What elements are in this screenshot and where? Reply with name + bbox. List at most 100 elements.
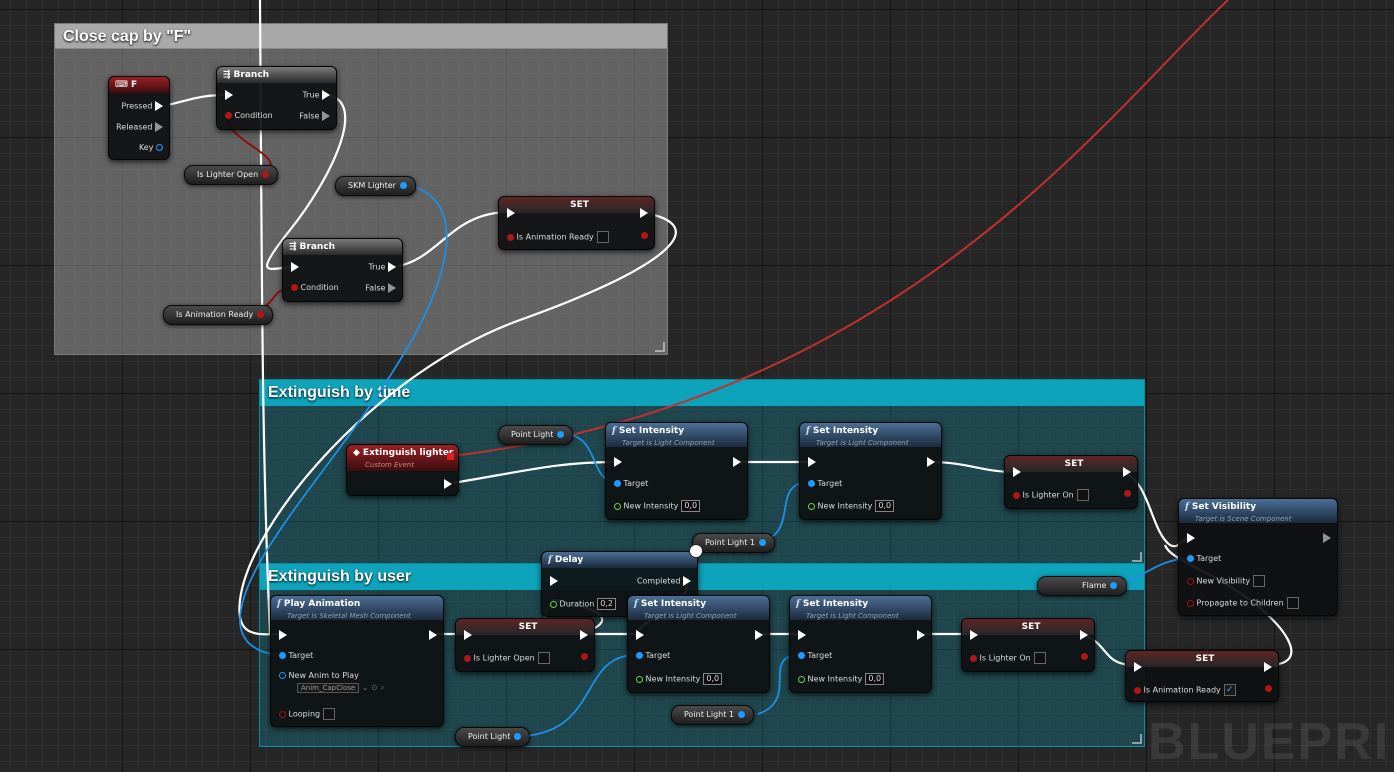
exec-out-pin[interactable] [640,208,648,218]
bool-pin-icon[interactable] [1013,491,1020,499]
set-intensity-node-2[interactable]: f Set Intensity Target is Light Component … [799,422,942,520]
exec-pin-icon[interactable] [808,457,816,467]
bool-out-pin[interactable] [581,652,588,661]
bool-out-pin[interactable] [1265,684,1272,693]
exec-pin-icon[interactable] [550,576,558,586]
float-pin-icon[interactable] [808,502,815,510]
bool-pin-icon[interactable] [641,232,648,239]
exec-pin-icon[interactable] [388,262,396,272]
target-pin[interactable]: Target [279,651,313,660]
bool-out-pin[interactable] [1081,652,1088,661]
exec-in-pin[interactable] [507,208,515,218]
var-point-light-1[interactable]: Point Light 1 [692,533,776,553]
object-pin-icon[interactable] [399,182,407,189]
is-lighter-on-pin[interactable]: Is Lighter On [1013,489,1089,501]
exec-pin-icon[interactable] [970,630,978,640]
key-pin[interactable]: Key [139,143,163,152]
var-flame[interactable]: Flame [1037,576,1127,596]
play-animation-node[interactable]: f Play Animation Target is Skeletal Mesh C… [270,595,444,727]
exec-out-pin[interactable] [1080,630,1088,640]
exec-pin-icon[interactable] [507,208,515,218]
exec-in-pin[interactable] [614,457,622,467]
var-point-light-1-b[interactable]: Point Light 1 [671,705,755,725]
bool-pin-icon[interactable] [279,710,286,718]
false-pin[interactable]: False [299,111,330,121]
target-pin[interactable]: Target [614,479,648,488]
set-intensity-node-1[interactable]: f Set Intensity Target is Light Component … [605,422,748,520]
bool-out-pin[interactable] [641,231,648,240]
var-skm-lighter[interactable]: SKM Lighter [335,176,416,196]
bool-pin-icon[interactable] [262,171,270,178]
bool-pin-icon[interactable] [1081,653,1088,660]
object-pin-icon[interactable] [636,652,643,659]
exec-in-pin[interactable] [798,630,806,640]
object-pin-icon[interactable] [279,672,286,679]
chevron-down-icon[interactable]: ⌄ [362,683,369,692]
object-pin-icon[interactable] [798,652,805,659]
checkbox[interactable] [1286,597,1299,609]
bool-pin-icon[interactable] [970,654,977,662]
intensity-input[interactable]: 0,0 [681,500,701,512]
intensity-input[interactable]: 0,0 [865,673,885,685]
bool-pin-icon[interactable] [464,654,471,662]
exec-in-pin[interactable] [291,262,299,272]
duration-pin[interactable]: Duration 0,2 [550,598,617,610]
struct-pin-icon[interactable] [156,144,163,151]
set-visibility-node[interactable]: f Set Visibility Target is Scene Component… [1178,498,1338,616]
resize-handle-icon[interactable] [1132,734,1142,744]
checkbox[interactable] [1033,652,1046,664]
bool-pin-icon[interactable] [225,112,232,119]
bool-pin-icon[interactable] [291,284,298,291]
bool-pin-icon[interactable] [1265,685,1272,692]
true-pin[interactable]: True [302,90,330,100]
object-pin-icon[interactable] [759,539,767,546]
object-pin-icon[interactable] [738,711,746,718]
exec-in-pin[interactable] [1187,533,1195,543]
is-animation-ready-pin[interactable]: Is Animation Ready ✓ [1134,684,1236,696]
exec-pin-icon[interactable] [388,283,396,293]
true-pin[interactable]: True [368,262,396,272]
comment-title[interactable]: Extinguish by user [260,564,1144,590]
bool-out-pin[interactable] [1124,489,1131,498]
anim-dropdown[interactable]: Anim_CapClose [297,683,360,693]
object-pin-icon[interactable] [557,431,565,438]
exec-pin-icon[interactable] [1264,662,1272,672]
exec-in-pin[interactable] [464,630,472,640]
object-pin-icon[interactable] [614,480,621,487]
target-pin[interactable]: Target [1187,554,1221,563]
bool-pin-icon[interactable] [1124,490,1131,497]
comment-title[interactable]: Close cap by "F" [55,24,667,49]
exec-pin-icon[interactable] [614,457,622,467]
exec-pin-icon[interactable] [155,101,163,111]
new-anim-pin[interactable]: New Anim to Play [279,671,359,680]
target-pin[interactable]: Target [798,651,832,660]
exec-pin-icon[interactable] [580,630,588,640]
new-intensity-pin[interactable]: New Intensity 0,0 [808,500,895,512]
var-is-animation-ready[interactable]: Is Animation Ready [163,305,274,325]
exec-pin-icon[interactable] [1323,533,1331,543]
key-f-event-node[interactable]: ⌨ F Pressed Released Key [108,76,170,160]
new-intensity-pin[interactable]: New Intensity 0,0 [798,673,885,685]
exec-pin-icon[interactable] [1123,467,1131,477]
float-pin-icon[interactable] [614,502,621,510]
duration-input[interactable]: 0,2 [597,598,617,610]
delegate-pin-icon[interactable] [447,453,454,460]
exec-pin-icon[interactable] [1013,467,1021,477]
var-is-lighter-open[interactable]: Is Lighter Open [184,165,279,185]
exec-out-pin[interactable] [429,630,437,640]
exec-in-pin[interactable] [970,630,978,640]
exec-out-pin[interactable] [444,479,452,489]
float-pin-icon[interactable] [798,675,805,683]
exec-pin-icon[interactable] [917,630,925,640]
branch-node-1[interactable]: ⇶ Branch True Condition False [216,66,337,130]
set-animation-ready-node-1[interactable]: SET Is Animation Ready [498,196,655,250]
pressed-pin[interactable]: Pressed [121,101,163,111]
object-pin-icon[interactable] [514,733,522,740]
exec-out-pin[interactable] [755,630,763,640]
new-visibility-pin[interactable]: New Visibility [1187,575,1266,587]
exec-out-pin[interactable] [917,630,925,640]
exec-in-pin[interactable] [279,630,287,640]
exec-pin-icon[interactable] [429,630,437,640]
checkbox[interactable] [1253,575,1266,587]
exec-in-pin[interactable] [1013,467,1021,477]
